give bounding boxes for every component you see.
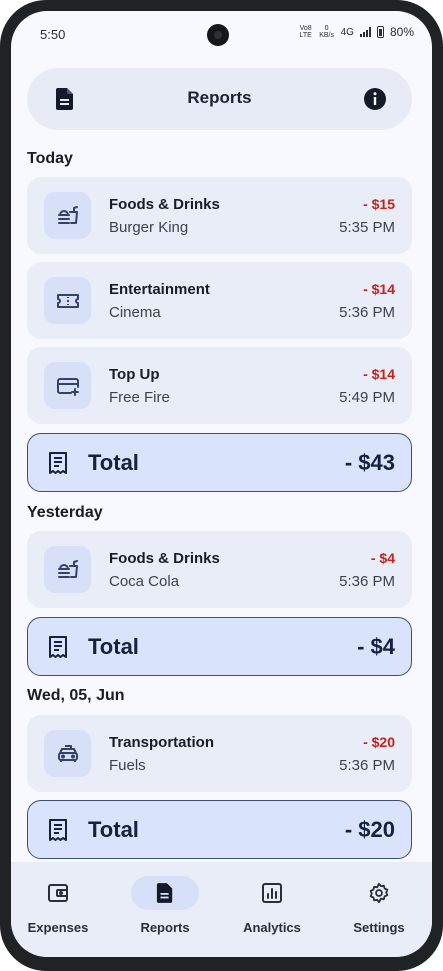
nav-label: Analytics: [243, 920, 301, 935]
document-icon: [131, 876, 199, 910]
transaction-card[interactable]: Top Up Free Fire - $14 5:49 PM: [27, 347, 412, 424]
bottom-navigation: Expenses Reports Analytics Settings: [11, 862, 432, 957]
card-add-icon: [44, 362, 91, 409]
transaction-amount: - $4: [370, 550, 395, 566]
transaction-time: 5:36 PM: [339, 757, 395, 774]
receipt-icon: [47, 451, 69, 480]
nav-label: Settings: [353, 920, 405, 935]
section-title-today: Today: [27, 150, 73, 167]
signal-icon: [359, 27, 371, 37]
total-row-today: Total - $43: [27, 433, 412, 492]
ticket-icon: [44, 277, 91, 324]
transaction-card[interactable]: Foods & Drinks Coca Cola - $4 5:36 PM: [27, 531, 412, 608]
receipt-icon: [47, 818, 69, 847]
transaction-merchant: Coca Cola: [109, 573, 180, 590]
app-screen: 5:50 Vo8 LTE 0 KB/s 4G 80% Reports Today…: [11, 11, 432, 957]
total-value: - $20: [344, 817, 395, 842]
transaction-time: 5:35 PM: [339, 219, 395, 236]
total-row-date: Total - $20: [27, 800, 412, 859]
total-row-yesterday: Total - $4: [27, 617, 412, 676]
phone-frame: 5:50 Vo8 LTE 0 KB/s 4G 80% Reports Today…: [0, 0, 443, 971]
transaction-merchant: Fuels: [109, 757, 146, 774]
transaction-category: Foods & Drinks: [109, 196, 220, 213]
transaction-time: 5:49 PM: [339, 389, 395, 406]
top-app-bar: Reports: [27, 68, 412, 130]
transaction-amount: - $20: [363, 734, 395, 750]
transaction-category: Top Up: [109, 366, 160, 383]
transaction-merchant: Burger King: [109, 219, 189, 236]
total-value: - $43: [344, 450, 395, 475]
volte-indicator: Vo8 LTE: [299, 25, 312, 39]
transaction-amount: - $14: [363, 366, 395, 382]
transaction-time: 5:36 PM: [339, 573, 395, 590]
nav-item-expenses[interactable]: Expenses: [11, 876, 108, 935]
total-value: - $4: [357, 634, 395, 659]
section-title-date: Wed, 05, Jun: [27, 687, 125, 704]
transaction-time: 5:36 PM: [339, 304, 395, 321]
page-title: Reports: [187, 88, 252, 107]
total-label: Total: [88, 634, 139, 659]
total-label: Total: [88, 817, 139, 842]
nav-label: Expenses: [27, 920, 89, 935]
front-camera: [207, 24, 229, 46]
transaction-merchant: Free Fire: [109, 389, 170, 406]
receipt-icon: [47, 635, 69, 664]
fastfood-icon: [44, 546, 91, 593]
nav-item-analytics[interactable]: Analytics: [222, 876, 322, 935]
fastfood-icon: [44, 192, 91, 239]
battery-icon: [376, 26, 384, 38]
status-bar: 5:50 Vo8 LTE 0 KB/s 4G 80%: [11, 11, 432, 57]
transaction-category: Entertainment: [109, 281, 210, 298]
transaction-amount: - $14: [363, 281, 395, 297]
status-icons: Vo8 LTE 0 KB/s 4G 80%: [299, 25, 414, 39]
nav-label: Reports: [140, 920, 190, 935]
transaction-card[interactable]: Entertainment Cinema - $14 5:36 PM: [27, 262, 412, 339]
wallet-icon: [24, 876, 92, 910]
network-speed: 0 KB/s: [319, 25, 335, 39]
network-type: 4G: [340, 26, 354, 38]
transaction-merchant: Cinema: [109, 304, 161, 321]
battery-level: 80%: [389, 25, 414, 39]
total-label: Total: [88, 450, 139, 475]
analytics-icon: [238, 876, 306, 910]
transaction-card[interactable]: Foods & Drinks Burger King - $15 5:35 PM: [27, 177, 412, 254]
status-time: 5:50: [40, 27, 66, 42]
transaction-card[interactable]: Transportation Fuels - $20 5:36 PM: [27, 715, 412, 792]
gear-icon: [345, 876, 413, 910]
transaction-category: Transportation: [109, 734, 215, 751]
transaction-amount: - $15: [363, 196, 395, 212]
section-title-yesterday: Yesterday: [27, 504, 103, 521]
taxi-icon: [44, 730, 91, 777]
transaction-category: Foods & Drinks: [109, 550, 220, 567]
nav-item-reports[interactable]: Reports: [115, 876, 215, 935]
nav-item-settings[interactable]: Settings: [329, 876, 429, 935]
info-icon[interactable]: [363, 87, 387, 116]
